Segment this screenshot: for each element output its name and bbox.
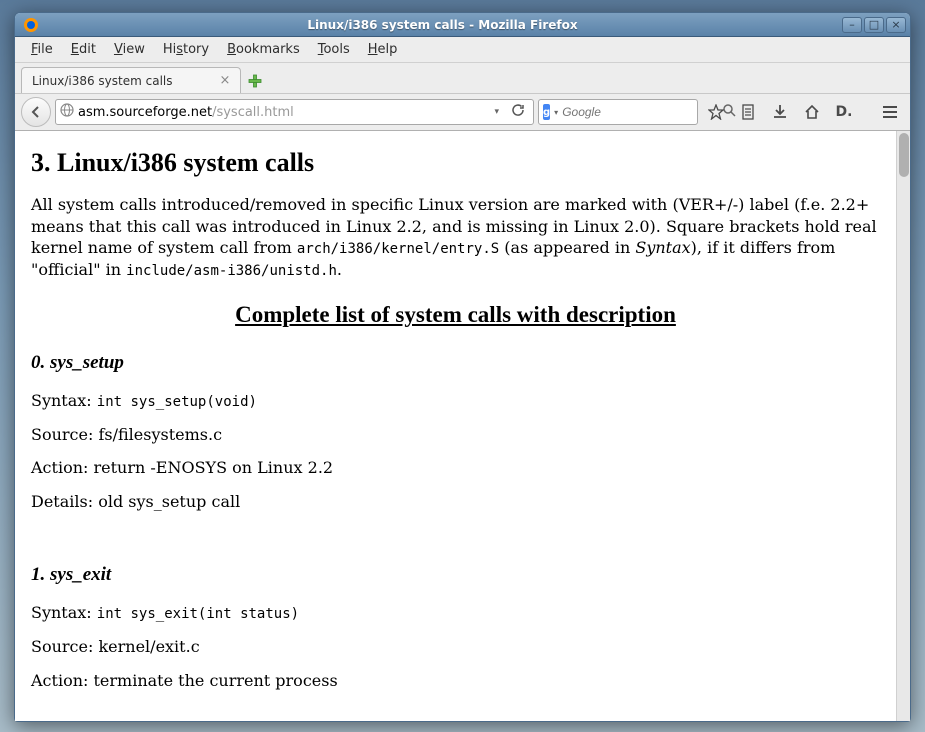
menu-file[interactable]: File xyxy=(23,39,61,60)
globe-icon xyxy=(60,103,74,121)
browser-window: Linux/i386 system calls - Mozilla Firefo… xyxy=(14,12,911,722)
syscall-heading: 1. sys_exit xyxy=(31,562,880,588)
tab-label: Linux/i386 system calls xyxy=(32,74,173,88)
subheading: Complete list of system calls with descr… xyxy=(31,299,880,330)
menu-edit[interactable]: Edit xyxy=(63,39,104,60)
menu-help[interactable]: Help xyxy=(360,39,406,60)
menu-view[interactable]: View xyxy=(106,39,153,60)
scrollbar[interactable] xyxy=(896,131,910,721)
content-area: 3. Linux/i386 system calls All system ca… xyxy=(15,131,910,721)
hamburger-menu-button[interactable] xyxy=(876,98,904,126)
menu-bookmarks[interactable]: Bookmarks xyxy=(219,39,308,60)
url-bar[interactable]: asm.sourceforge.net/syscall.html ▾ xyxy=(55,99,534,125)
menu-tools[interactable]: Tools xyxy=(310,39,358,60)
downloads-button[interactable] xyxy=(766,98,794,126)
reload-button[interactable] xyxy=(507,103,529,121)
syscall-heading: 0. sys_setup xyxy=(31,350,880,376)
syscall-source: Source: fs/filesystems.c xyxy=(31,424,880,446)
syscall-syntax: Syntax: int sys_setup(void) xyxy=(31,390,880,412)
back-button[interactable] xyxy=(21,97,51,127)
syscall-action: Action: terminate the current process xyxy=(31,670,880,692)
syscall-details: Details: old sys_setup call xyxy=(31,491,880,513)
bookmarks-list-button[interactable] xyxy=(734,98,762,126)
search-bar[interactable]: g ▾ xyxy=(538,99,698,125)
tab-close-icon[interactable]: × xyxy=(218,74,232,88)
extension-button[interactable]: D. xyxy=(830,98,858,126)
page-heading: 3. Linux/i386 system calls xyxy=(31,145,880,180)
tabbar: Linux/i386 system calls × xyxy=(15,63,910,93)
navbar: asm.sourceforge.net/syscall.html ▾ g ▾ xyxy=(15,93,910,131)
menu-history[interactable]: History xyxy=(155,39,217,60)
tab-active[interactable]: Linux/i386 system calls × xyxy=(21,67,241,93)
new-tab-button[interactable] xyxy=(245,72,265,90)
maximize-button[interactable]: □ xyxy=(864,17,884,33)
url-dropdown-icon[interactable]: ▾ xyxy=(490,107,503,117)
titlebar: Linux/i386 system calls - Mozilla Firefo… xyxy=(15,13,910,37)
firefox-icon xyxy=(23,17,39,33)
window-title: Linux/i386 system calls - Mozilla Firefo… xyxy=(43,18,842,32)
intro-paragraph: All system calls introduced/removed in s… xyxy=(31,194,880,281)
scrollbar-thumb[interactable] xyxy=(899,133,909,177)
close-button[interactable]: × xyxy=(886,17,906,33)
syscall-source: Source: kernel/exit.c xyxy=(31,636,880,658)
bookmark-star-button[interactable] xyxy=(702,98,730,126)
search-input[interactable] xyxy=(562,105,719,119)
menubar: File Edit View History Bookmarks Tools H… xyxy=(15,37,910,63)
url-text: asm.sourceforge.net/syscall.html xyxy=(78,105,486,120)
syscall-syntax: Syntax: int sys_exit(int status) xyxy=(31,602,880,624)
minimize-button[interactable]: – xyxy=(842,17,862,33)
syscall-action: Action: return -ENOSYS on Linux 2.2 xyxy=(31,457,880,479)
page-content[interactable]: 3. Linux/i386 system calls All system ca… xyxy=(15,131,896,721)
home-button[interactable] xyxy=(798,98,826,126)
search-engine-dropdown-icon[interactable]: ▾ xyxy=(554,108,558,117)
search-engine-icon[interactable]: g xyxy=(543,104,550,120)
window-controls: – □ × xyxy=(842,17,906,33)
